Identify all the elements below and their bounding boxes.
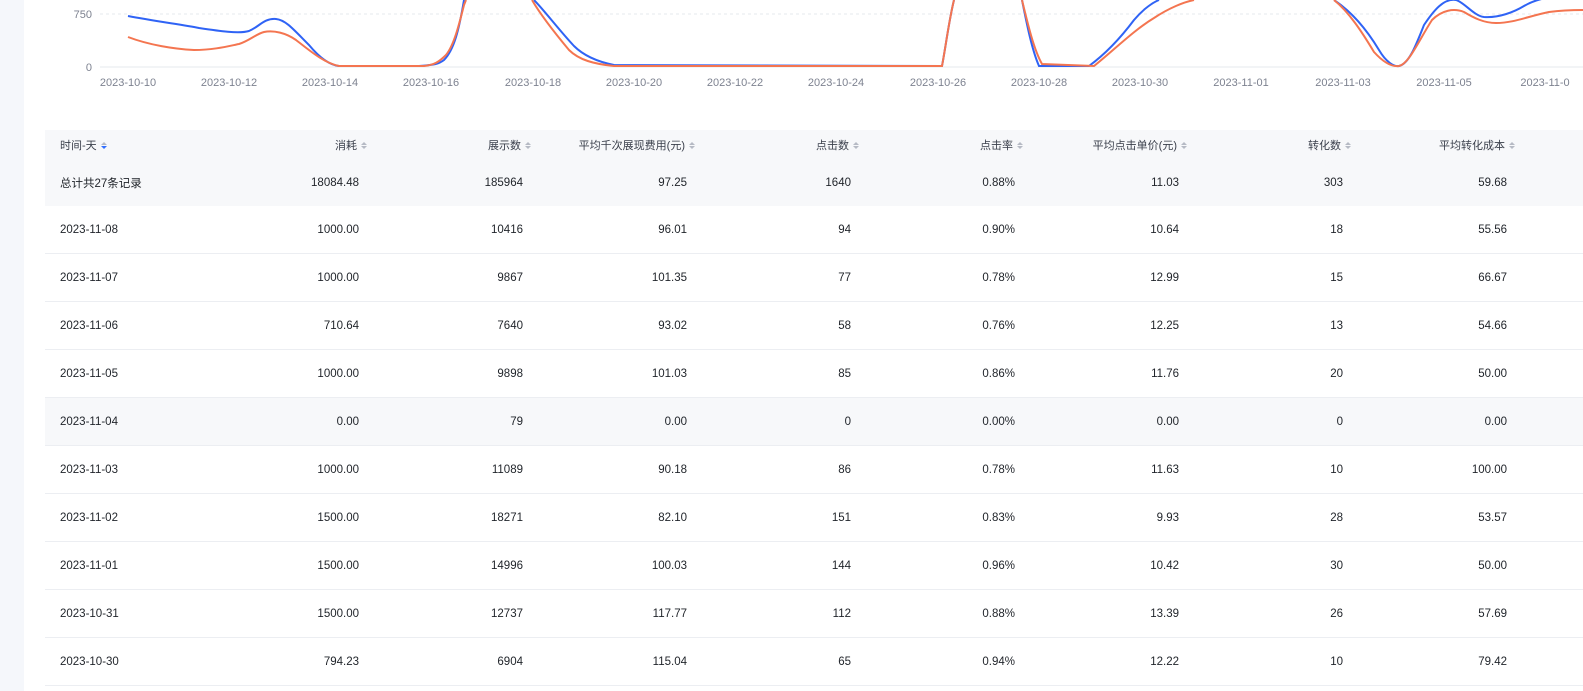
x-tick-label: 2023-10-22 xyxy=(707,77,763,89)
y-tick-label: 750 xyxy=(74,9,92,21)
table-row[interactable]: 2023-11-02 1500.00 18271 82.10 151 0.83% 9.93 2… xyxy=(45,494,1583,542)
cell-value: 2023-11-04 xyxy=(60,415,118,428)
table-header: 时间-天 消耗 展示数 平均千次展现费用(元) 点击数 点击率 平均点击单价(元) 转化数 平均… xyxy=(45,130,1583,160)
row-date: 2023-11-08 xyxy=(60,206,118,253)
cell-value: 54.66 xyxy=(1478,319,1507,332)
column-header[interactable]: 平均转化成本 xyxy=(1315,130,1515,160)
row-date: 2023-11-06 xyxy=(60,302,118,349)
table-cell: 53.57 xyxy=(1307,494,1507,541)
cell-value: 2023-11-06 xyxy=(60,319,118,332)
cell-value: 66.67 xyxy=(1478,271,1507,284)
summary-row: 总计共27条记录 18084.48 185964 97.25 1640 0.88% 11.0… xyxy=(45,160,1583,206)
table-row[interactable]: 2023-10-31 1500.00 12737 117.77 112 0.88% 13.3… xyxy=(45,590,1583,638)
column-header-label: 平均转化成本 xyxy=(1439,140,1505,152)
table-cell: 50.00 xyxy=(1307,350,1507,397)
cell-value: 50.00 xyxy=(1478,367,1507,380)
table-body: 2023-11-08 1000.00 10416 96.01 94 0.90% 10.64 1… xyxy=(45,206,1583,686)
x-tick-label: 2023-10-10 xyxy=(100,77,156,89)
column-header[interactable]: 时间-天 xyxy=(60,130,107,160)
row-date: 2023-11-02 xyxy=(60,494,118,541)
row-date: 2023-11-05 xyxy=(60,350,118,397)
cell-value: 2023-10-30 xyxy=(60,655,119,668)
cell-value: 总计共27条记录 xyxy=(60,178,142,190)
cell-value: 2023-11-02 xyxy=(60,511,118,524)
cell-value: 50.00 xyxy=(1478,559,1507,572)
table-row[interactable]: 2023-11-08 1000.00 10416 96.01 94 0.90% 10.64 1… xyxy=(45,206,1583,254)
row-date: 2023-11-01 xyxy=(60,542,118,589)
cell-value: 100.00 xyxy=(1471,463,1507,476)
trend-chart: 750 0 2023-10-10 2023-10-12 2023-10-14 2023… xyxy=(24,0,1583,100)
x-tick-label: 2023-10-26 xyxy=(910,77,966,89)
cell-value: 59.68 xyxy=(1478,177,1507,189)
table-cell: 50.00 xyxy=(1307,542,1507,589)
table-cell: 57.69 xyxy=(1307,590,1507,637)
x-tick-label: 2023-10-16 xyxy=(403,77,459,89)
cell-value: 79.42 xyxy=(1478,655,1507,668)
row-date: 2023-10-31 xyxy=(60,590,119,637)
x-tick-label: 2023-11-03 xyxy=(1315,77,1370,89)
x-tick-label: 2023-10-28 xyxy=(1011,77,1067,89)
series-line-orange xyxy=(127,0,1583,68)
table-cell: 55.56 xyxy=(1307,206,1507,253)
x-axis-ticks: 2023-10-10 2023-10-12 2023-10-14 2023-10-16… xyxy=(100,77,1570,89)
row-date: 2023-11-04 xyxy=(60,398,118,445)
table-row[interactable]: 2023-11-04 0.00 79 0.00 0 0.00% 0.00 0 0.00 xyxy=(45,398,1583,446)
cell-value: 53.57 xyxy=(1478,511,1507,524)
x-tick-label: 2023-10-20 xyxy=(606,77,662,89)
summary-cell: 59.68 xyxy=(1307,160,1507,206)
cell-value: 55.56 xyxy=(1478,223,1507,236)
cell-value: 2023-11-05 xyxy=(60,367,118,380)
cell-value: 2023-11-01 xyxy=(60,559,118,572)
trend-chart-svg: 750 0 2023-10-10 2023-10-12 2023-10-14 2023… xyxy=(74,0,1583,89)
column-header-label: 时间-天 xyxy=(60,140,97,152)
summary-label: 总计共27条记录 xyxy=(60,160,142,206)
row-date: 2023-11-03 xyxy=(60,446,118,493)
y-tick-label: 0 xyxy=(86,62,92,74)
x-tick-label: 2023-10-30 xyxy=(1112,77,1168,89)
cell-value: 2023-11-07 xyxy=(60,271,118,284)
x-tick-label: 2023-10-14 xyxy=(302,77,358,89)
cell-value: 57.69 xyxy=(1478,607,1507,620)
report-panel: 750 0 2023-10-10 2023-10-12 2023-10-14 2023… xyxy=(24,0,1583,691)
table-cell: 54.66 xyxy=(1307,302,1507,349)
table-row[interactable]: 2023-11-07 1000.00 9867 101.35 77 0.78% 12.99 1… xyxy=(45,254,1583,302)
table-cell: 0.00 xyxy=(1307,398,1507,445)
x-tick-label: 2023-11-01 xyxy=(1213,77,1268,89)
row-date: 2023-10-30 xyxy=(60,638,119,685)
table-cell: 79.42 xyxy=(1307,638,1507,685)
table-row[interactable]: 2023-11-05 1000.00 9898 101.03 85 0.86% 11.76 2… xyxy=(45,350,1583,398)
table-row[interactable]: 2023-10-30 794.23 6904 115.04 65 0.94% 12.22 10… xyxy=(45,638,1583,686)
table-row[interactable]: 2023-11-03 1000.00 11089 90.18 86 0.78% 11.63 1… xyxy=(45,446,1583,494)
x-tick-label: 2023-11-05 xyxy=(1416,77,1471,89)
table-cell: 100.00 xyxy=(1307,446,1507,493)
table-row[interactable]: 2023-11-01 1500.00 14996 100.03 144 0.96% 10.4… xyxy=(45,542,1583,590)
sort-icon[interactable] xyxy=(1509,141,1515,149)
table-cell: 66.67 xyxy=(1307,254,1507,301)
x-tick-label: 2023-10-18 xyxy=(505,77,561,89)
data-table: 时间-天 消耗 展示数 平均千次展现费用(元) 点击数 点击率 平均点击单价(元) 转化数 平均… xyxy=(45,130,1583,686)
cell-value: 0.00 xyxy=(1484,415,1507,428)
x-tick-label: 2023-10-12 xyxy=(201,77,257,89)
cell-value: 2023-11-03 xyxy=(60,463,118,476)
row-date: 2023-11-07 xyxy=(60,254,118,301)
x-tick-label: 2023-11-0 xyxy=(1520,77,1569,89)
cell-value: 2023-11-08 xyxy=(60,223,118,236)
cell-value: 2023-10-31 xyxy=(60,607,119,620)
x-tick-label: 2023-10-24 xyxy=(808,77,864,89)
sort-icon[interactable] xyxy=(100,141,107,149)
left-gutter xyxy=(0,0,24,691)
table-row[interactable]: 2023-11-06 710.64 7640 93.02 58 0.76% 12.25 13 5… xyxy=(45,302,1583,350)
